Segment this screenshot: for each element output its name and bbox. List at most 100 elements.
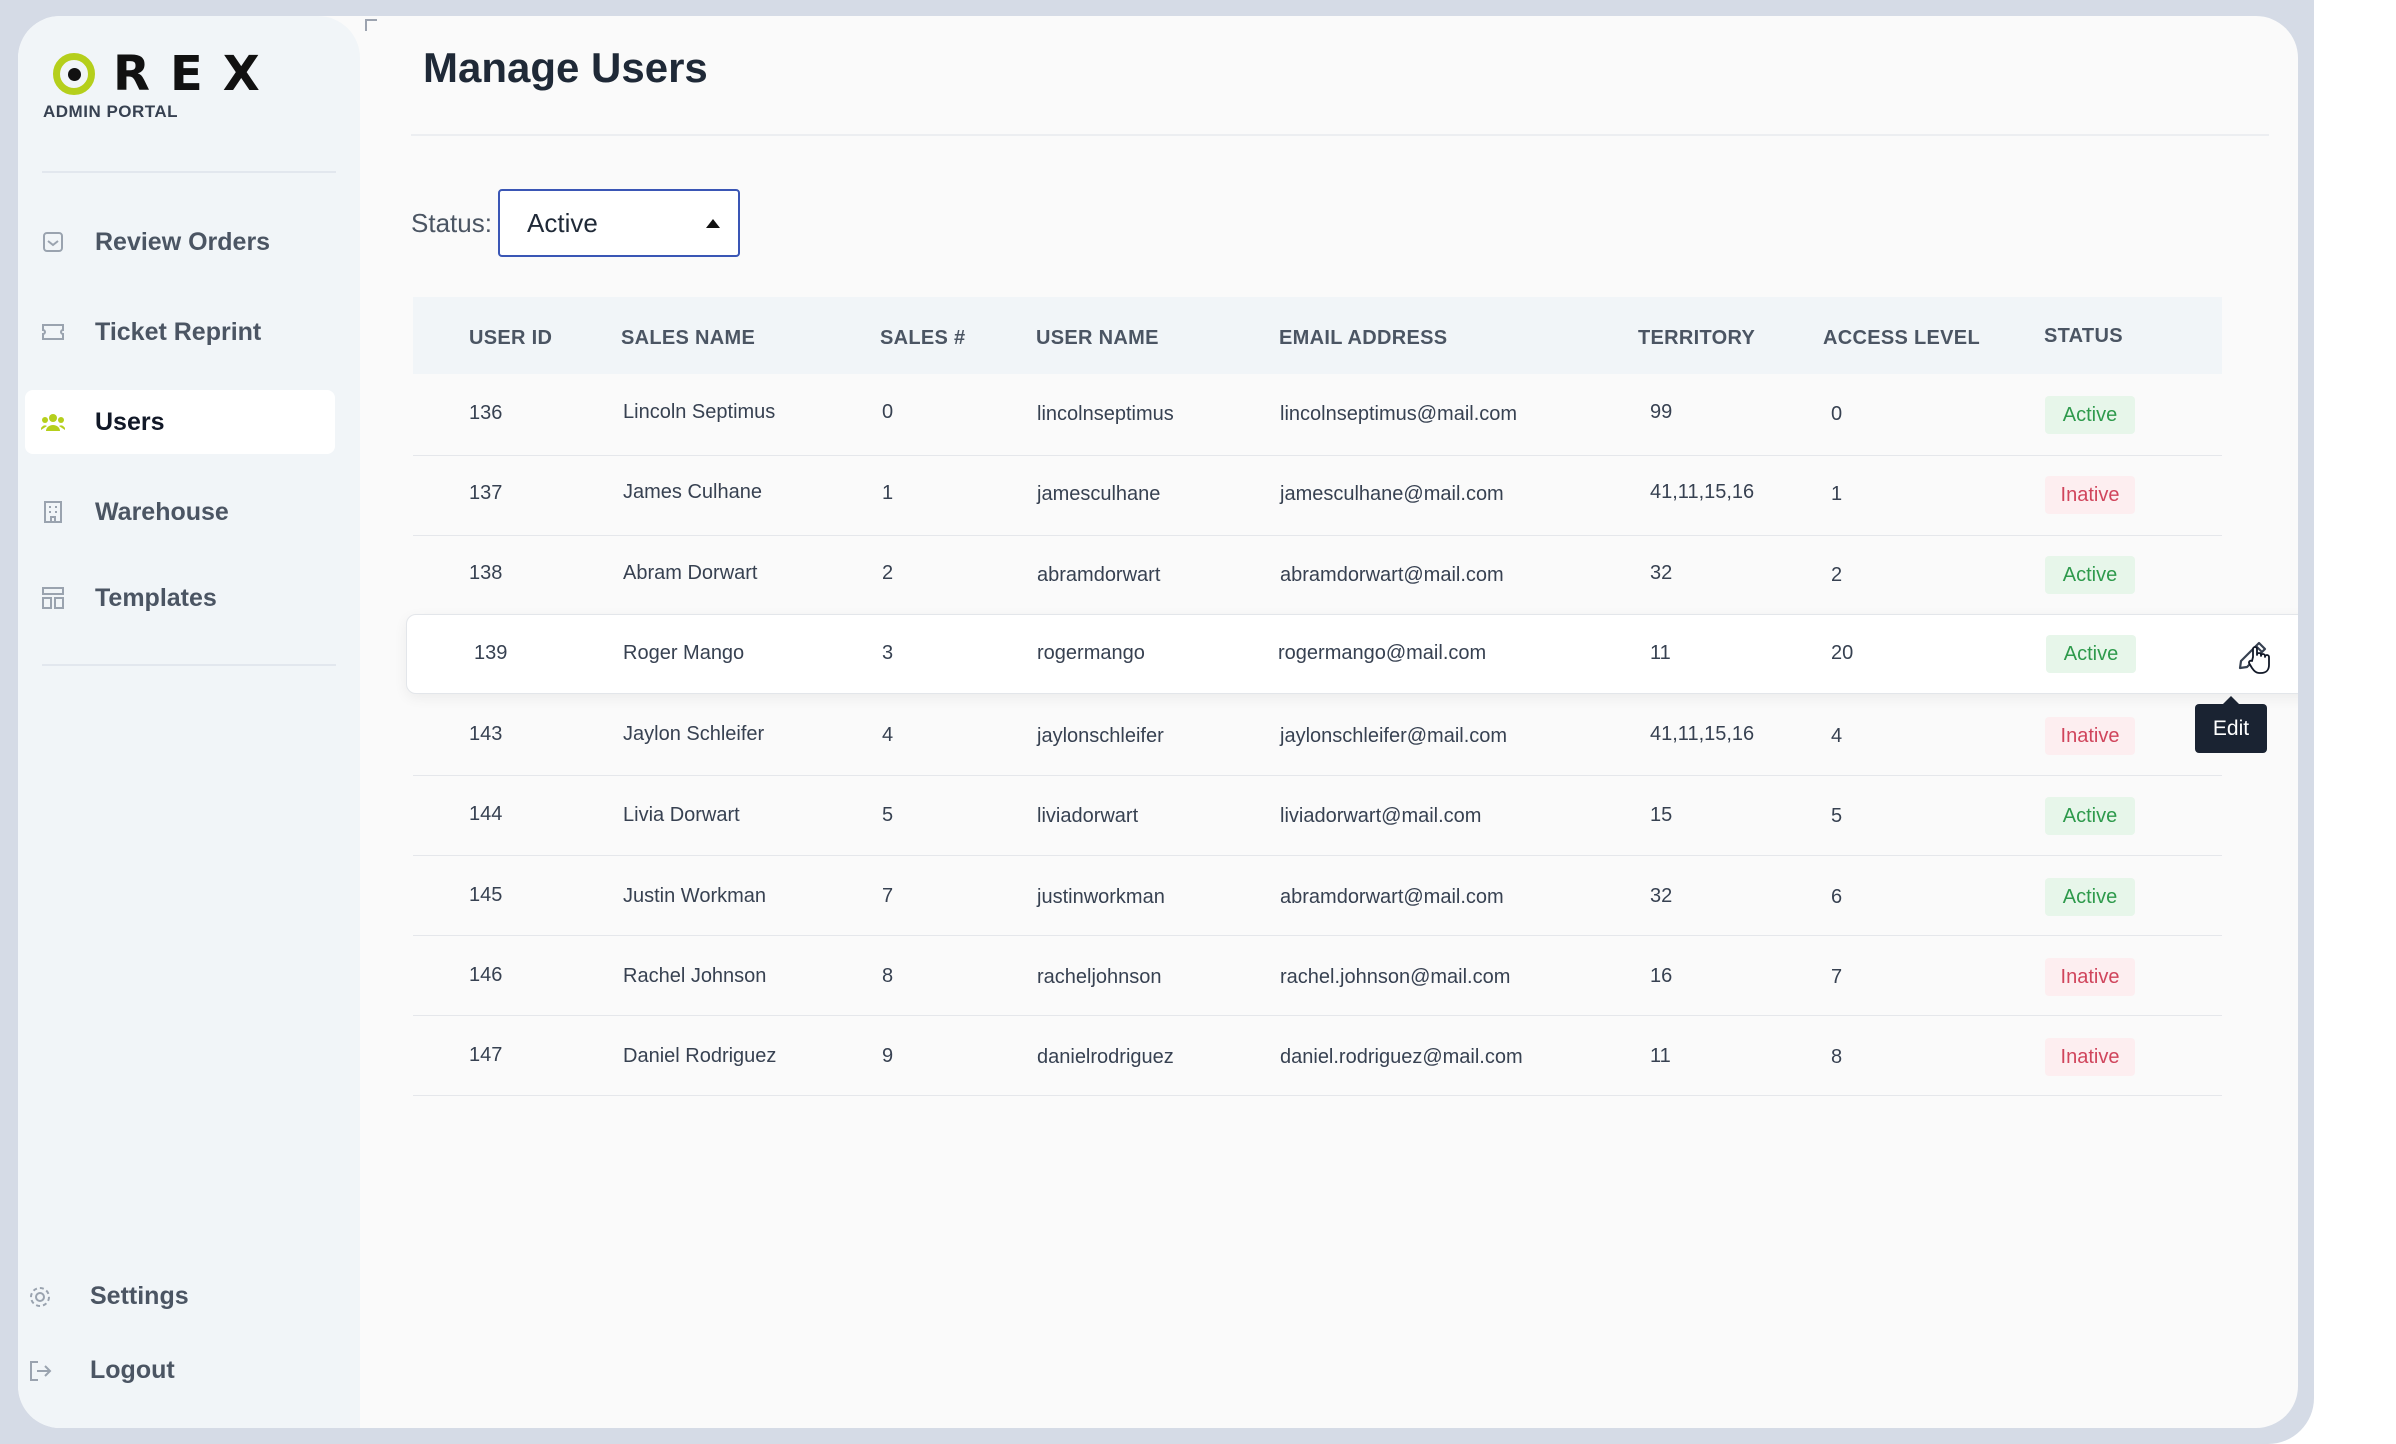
portal-label: ADMIN PORTAL — [43, 102, 179, 121]
cell-sales-number: 1 — [882, 482, 894, 504]
caret-up-icon — [706, 219, 720, 228]
logo-mark-icon — [53, 53, 95, 95]
status-badge: Active — [2046, 635, 2136, 673]
column-header-sales-name[interactable]: SALES NAME — [621, 327, 755, 350]
cell-access-level: 5 — [1831, 805, 1843, 827]
status-badge: Active — [2045, 556, 2135, 594]
cell-territory: 41,11,15,16 — [1650, 723, 1755, 745]
cell-user-name: racheljohnson — [1037, 966, 1162, 988]
cell-user-name: lincolnseptimus — [1037, 403, 1174, 425]
cell-user-id: 143 — [469, 723, 503, 745]
table-row[interactable]: 136 Lincoln Septimus 0 lincolnseptimus l… — [413, 376, 2222, 456]
logout-button[interactable]: Logout — [28, 1356, 175, 1385]
cell-user-id: 147 — [469, 1044, 503, 1066]
title-divider — [411, 134, 2269, 136]
sidebar-item-label: Warehouse — [95, 497, 229, 526]
status-badge: Active — [2045, 396, 2135, 434]
cell-user-id: 138 — [469, 562, 503, 584]
column-header-status[interactable]: STATUS — [2044, 325, 2123, 348]
table-row[interactable]: 144 Livia Dorwart 5 liviadorwart liviado… — [413, 776, 2222, 856]
cell-email: abramdorwart@mail.com — [1280, 564, 1504, 586]
cell-user-id: 145 — [469, 884, 503, 906]
cell-sales-name: Abram Dorwart — [623, 562, 758, 584]
edit-button[interactable] — [2235, 633, 2275, 674]
sidebar-item-review-orders[interactable]: Review Orders — [25, 210, 335, 274]
sidebar-item-warehouse[interactable]: Warehouse — [25, 480, 335, 544]
cell-access-level: 2 — [1831, 564, 1843, 586]
sidebar-item-label: Users — [95, 407, 165, 436]
cell-sales-number: 2 — [882, 562, 894, 584]
cell-sales-name: Rachel Johnson — [623, 965, 767, 987]
sidebar-item-ticket-reprint[interactable]: Ticket Reprint — [25, 300, 335, 364]
cell-user-id: 144 — [469, 803, 503, 825]
cell-territory: 32 — [1650, 562, 1673, 584]
table-row-hovered[interactable]: 139 Roger Mango 3 rogermango rogermango@… — [406, 614, 2298, 694]
cell-sales-name: James Culhane — [623, 481, 762, 503]
sidebar-item-label: Ticket Reprint — [95, 317, 262, 346]
corner-marker — [365, 19, 377, 31]
status-filter-label: Status: — [411, 208, 492, 238]
table-row[interactable]: 147 Daniel Rodriguez 9 danielrodriguez d… — [413, 1016, 2222, 1096]
column-header-user-name[interactable]: USER NAME — [1036, 327, 1159, 350]
cell-territory: 32 — [1650, 885, 1673, 907]
status-badge: Inative — [2045, 476, 2135, 514]
column-header-territory[interactable]: TERRITORY — [1638, 327, 1755, 350]
status-badge: Inative — [2045, 717, 2135, 755]
table-row[interactable]: 145 Justin Workman 7 justinworkman abram… — [413, 856, 2222, 936]
cell-access-level: 0 — [1831, 403, 1843, 425]
column-header-email[interactable]: EMAIL ADDRESS — [1279, 327, 1447, 350]
cell-territory: 16 — [1650, 965, 1673, 987]
column-header-sales-number[interactable]: SALES # — [880, 327, 965, 350]
cell-access-level: 4 — [1831, 725, 1843, 747]
cell-sales-name: Daniel Rodriguez — [623, 1045, 777, 1067]
cell-email: rogermango@mail.com — [1278, 642, 1487, 664]
table-row[interactable]: 138 Abram Dorwart 2 abramdorwart abramdo… — [413, 536, 2222, 616]
status-badge: Active — [2045, 878, 2135, 916]
sidebar-item-label: Review Orders — [95, 227, 271, 256]
cell-sales-number: 8 — [882, 965, 894, 987]
table-row[interactable]: 137 James Culhane 1 jamesculhane jamescu… — [413, 456, 2222, 536]
cell-sales-number: 5 — [882, 804, 894, 826]
table-row[interactable]: 146 Rachel Johnson 8 racheljohnson rache… — [413, 936, 2222, 1016]
settings-label: Settings — [90, 1282, 189, 1310]
pencil-icon — [2238, 641, 2270, 674]
cell-access-level: 20 — [1831, 642, 1854, 664]
cell-user-name: liviadorwart — [1037, 805, 1139, 827]
cell-territory: 11 — [1650, 642, 1671, 664]
settings-button[interactable]: Settings — [28, 1282, 189, 1311]
cell-sales-name: Lincoln Septimus — [623, 401, 776, 423]
edit-tooltip: Edit — [2195, 696, 2267, 753]
logout-icon — [28, 1359, 52, 1383]
logo-text: REX — [113, 46, 280, 102]
sidebar-item-templates[interactable]: Templates — [25, 566, 335, 630]
cell-access-level: 7 — [1831, 966, 1843, 988]
table-row[interactable]: 143 Jaylon Schleifer 4 jaylonschleifer j… — [413, 696, 2222, 776]
column-header-access-level[interactable]: ACCESS LEVEL — [1823, 327, 1980, 350]
column-header-user-id[interactable]: USER ID — [469, 327, 552, 350]
sidebar-item-users[interactable]: Users — [25, 390, 335, 454]
layout-icon — [41, 586, 65, 610]
building-icon — [41, 500, 65, 524]
status-filter-value: Active — [527, 207, 598, 238]
cell-user-id: 136 — [469, 402, 503, 424]
cell-email: daniel.rodriguez@mail.com — [1280, 1046, 1523, 1068]
cell-sales-name: Livia Dorwart — [623, 804, 740, 826]
cell-sales-number: 0 — [882, 401, 894, 423]
cell-user-name: justinworkman — [1037, 886, 1165, 908]
cell-territory: 11 — [1650, 1045, 1671, 1067]
status-filter-select[interactable]: Active — [498, 189, 740, 257]
cell-sales-number: 4 — [882, 724, 894, 746]
cell-access-level: 6 — [1831, 886, 1843, 908]
ticket-icon — [41, 320, 65, 344]
sidebar-divider — [42, 664, 336, 666]
sidebar-item-label: Templates — [95, 583, 217, 612]
cell-sales-number: 9 — [882, 1045, 894, 1067]
cell-user-name: jaylonschleifer — [1037, 725, 1164, 747]
cell-user-name: jamesculhane — [1037, 483, 1161, 505]
cell-territory: 99 — [1650, 401, 1673, 423]
cell-territory: 41,11,15,16 — [1650, 481, 1755, 503]
status-badge: Inative — [2045, 1038, 2135, 1076]
sidebar-divider — [42, 171, 336, 173]
cell-email: abramdorwart@mail.com — [1280, 886, 1504, 908]
status-badge: Active — [2045, 797, 2135, 835]
